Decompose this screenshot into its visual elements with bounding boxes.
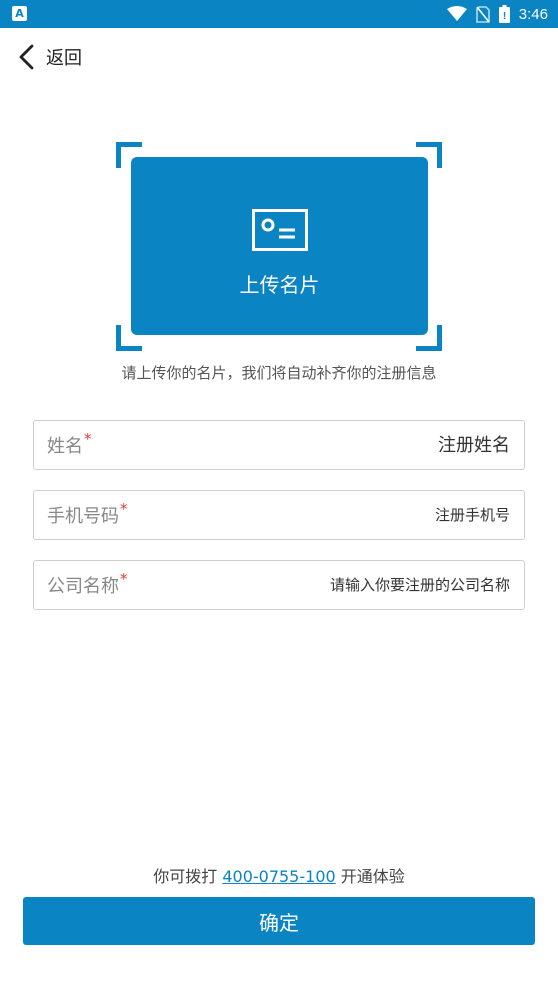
upload-card-label: 上传名片 — [239, 273, 320, 297]
business-card-icon — [251, 209, 308, 251]
company-field[interactable]: 公司名称* — [33, 560, 525, 610]
phone-label: 手机号码* — [47, 500, 128, 527]
back-button[interactable]: 返回 — [18, 40, 82, 74]
back-label: 返回 — [46, 48, 82, 69]
battery-icon: ! — [498, 5, 510, 23]
status-time: 3:46 — [518, 5, 548, 23]
name-input[interactable] — [190, 434, 510, 456]
contact-prefix: 你可拨打 — [153, 867, 218, 886]
upload-hint: 请上传你的名片，我们将自动补齐你的注册信息 — [121, 364, 437, 382]
status-bar: A ! 3:46 — [0, 0, 558, 28]
company-label: 公司名称* — [47, 570, 128, 597]
upload-card-button[interactable]: 上传名片 — [131, 157, 428, 335]
status-icons: ! 3:46 — [446, 0, 548, 28]
phone-link[interactable]: 400-0755-100 — [222, 867, 335, 886]
company-input[interactable] — [190, 576, 510, 594]
app-notification-icon: A — [12, 6, 27, 21]
wifi-icon — [446, 6, 467, 21]
phone-field[interactable]: 手机号码* — [33, 490, 525, 540]
name-label: 姓名* — [47, 430, 92, 457]
name-field[interactable]: 姓名* — [33, 420, 525, 470]
required-mark: * — [84, 430, 92, 448]
phone-input[interactable] — [190, 506, 510, 524]
upload-frame: 上传名片 — [116, 142, 442, 351]
contact-line: 你可拨打 400-0755-100 开通体验 — [0, 863, 558, 887]
svg-text:!: ! — [503, 11, 506, 22]
chevron-left-icon — [19, 44, 34, 70]
required-mark: * — [120, 500, 128, 518]
confirm-button[interactable]: 确定 — [23, 897, 535, 945]
no-sim-icon — [475, 5, 490, 23]
contact-suffix: 开通体验 — [340, 867, 405, 886]
required-mark: * — [120, 570, 128, 588]
